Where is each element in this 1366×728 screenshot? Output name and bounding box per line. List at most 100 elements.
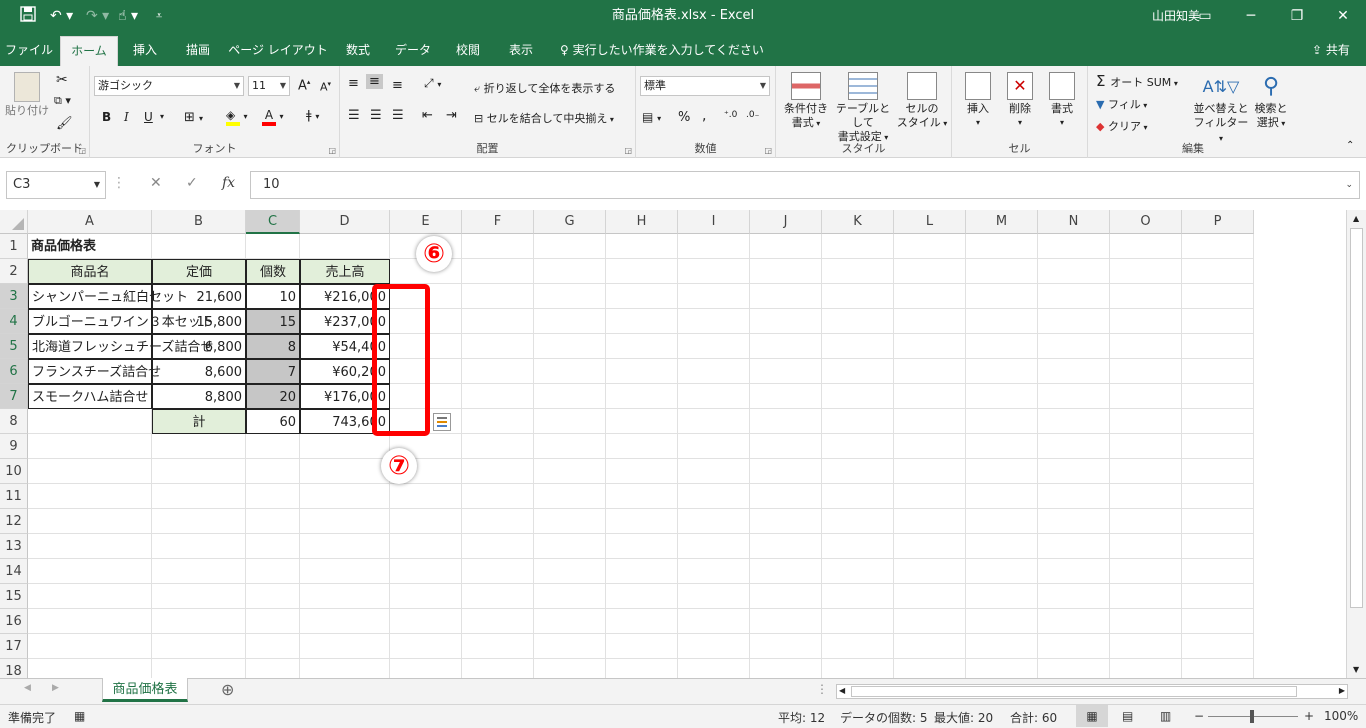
cell-l3[interactable] <box>894 284 966 309</box>
count-stat[interactable]: データの個数: 5 <box>840 709 928 726</box>
cell-p12[interactable] <box>1182 509 1254 534</box>
average-stat[interactable]: 平均: 12 <box>778 709 825 726</box>
cell-p8[interactable] <box>1182 409 1254 434</box>
cell-e4[interactable] <box>390 309 462 334</box>
cell-j1[interactable] <box>750 234 822 259</box>
column-header-c[interactable]: C <box>246 210 300 234</box>
column-header-i[interactable]: I <box>678 210 750 234</box>
cell-o12[interactable] <box>1110 509 1182 534</box>
row-header-7[interactable]: 7 <box>0 384 28 409</box>
cell-i9[interactable] <box>678 434 750 459</box>
cell-c14[interactable] <box>246 559 300 584</box>
number-launcher-icon[interactable]: ◲ <box>764 146 772 155</box>
cell-l7[interactable] <box>894 384 966 409</box>
cell-o5[interactable] <box>1110 334 1182 359</box>
cell-b12[interactable] <box>152 509 246 534</box>
cell-a8[interactable] <box>28 409 152 434</box>
insert-function-icon[interactable]: fx <box>222 175 235 191</box>
cell-f10[interactable] <box>462 459 534 484</box>
cell-n16[interactable] <box>1038 609 1110 634</box>
cell-i15[interactable] <box>678 584 750 609</box>
cell-h14[interactable] <box>606 559 678 584</box>
cell-d3[interactable]: ¥216,000 <box>300 284 390 309</box>
cell-p2[interactable] <box>1182 259 1254 284</box>
cell-c15[interactable] <box>246 584 300 609</box>
cell-p13[interactable] <box>1182 534 1254 559</box>
cell-d17[interactable] <box>300 634 390 659</box>
cell-f13[interactable] <box>462 534 534 559</box>
cell-h15[interactable] <box>606 584 678 609</box>
cell-h2[interactable] <box>606 259 678 284</box>
cell-m8[interactable] <box>966 409 1038 434</box>
column-header-l[interactable]: L <box>894 210 966 234</box>
cell-g6[interactable] <box>534 359 606 384</box>
merge-center-button[interactable]: ⊟ セルを結合して中央揃え ▾ <box>474 110 614 126</box>
align-left-icon[interactable]: ☰ <box>348 108 360 123</box>
normal-view-icon[interactable]: ▦ <box>1076 705 1108 727</box>
cell-m4[interactable] <box>966 309 1038 334</box>
cell-p4[interactable] <box>1182 309 1254 334</box>
cell-j5[interactable] <box>750 334 822 359</box>
cell-k6[interactable] <box>822 359 894 384</box>
format-cells-button[interactable]: 書式 ▾ <box>1042 72 1082 130</box>
cell-n8[interactable] <box>1038 409 1110 434</box>
redo-icon[interactable]: ↷ ▾ <box>86 6 109 26</box>
cell-c16[interactable] <box>246 609 300 634</box>
cell-m2[interactable] <box>966 259 1038 284</box>
cell-b6[interactable]: 8,600 <box>152 359 246 384</box>
cell-b4[interactable]: 15,800 <box>152 309 246 334</box>
row-header-13[interactable]: 13 <box>0 534 28 559</box>
row-header-8[interactable]: 8 <box>0 409 28 434</box>
cell-l18[interactable] <box>894 659 966 678</box>
cell-e3[interactable] <box>390 284 462 309</box>
cell-a10[interactable] <box>28 459 152 484</box>
cell-d1[interactable] <box>300 234 390 259</box>
customize-quick-access-icon[interactable]: ⩡ <box>156 6 162 26</box>
cell-d2[interactable]: 売上高 <box>300 259 390 284</box>
cell-j12[interactable] <box>750 509 822 534</box>
macro-record-icon[interactable]: ▦ <box>74 709 85 723</box>
underline-button[interactable]: U <box>144 110 153 124</box>
close-button[interactable]: ✕ <box>1320 0 1366 32</box>
cell-e17[interactable] <box>390 634 462 659</box>
tell-me-box[interactable]: ♀ 実行したい作業を入力してください <box>560 36 764 64</box>
cell-e5[interactable] <box>390 334 462 359</box>
name-box[interactable]: C3 ▼ <box>6 171 106 199</box>
align-right-icon[interactable]: ☰ <box>392 108 404 123</box>
scroll-right-icon[interactable]: ▶ <box>1339 686 1345 695</box>
find-select-button[interactable]: ⚲ 検索と 選択 ▾ <box>1250 72 1292 131</box>
row-header-6[interactable]: 6 <box>0 359 28 384</box>
cell-k10[interactable] <box>822 459 894 484</box>
row-header-3[interactable]: 3 <box>0 284 28 309</box>
cell-a9[interactable] <box>28 434 152 459</box>
cell-n4[interactable] <box>1038 309 1110 334</box>
row-header-11[interactable]: 11 <box>0 484 28 509</box>
cell-h1[interactable] <box>606 234 678 259</box>
cell-c8[interactable]: 60 <box>246 409 300 434</box>
chevron-down-icon[interactable]: ▾ <box>160 112 164 121</box>
max-stat[interactable]: 最大値: 20 <box>934 709 993 726</box>
cell-d18[interactable] <box>300 659 390 678</box>
cell-c4[interactable]: 15 <box>246 309 300 334</box>
font-color-button[interactable]: A ▾ <box>262 108 284 126</box>
cell-o16[interactable] <box>1110 609 1182 634</box>
cell-d6[interactable]: ¥60,200 <box>300 359 390 384</box>
cell-k1[interactable] <box>822 234 894 259</box>
tab-insert[interactable]: 挿入 <box>120 36 170 66</box>
cell-c13[interactable] <box>246 534 300 559</box>
align-middle-icon[interactable]: ≡ <box>366 74 383 89</box>
quick-analysis-icon[interactable] <box>433 413 451 431</box>
cell-f11[interactable] <box>462 484 534 509</box>
cell-g4[interactable] <box>534 309 606 334</box>
cell-g15[interactable] <box>534 584 606 609</box>
cell-m6[interactable] <box>966 359 1038 384</box>
cell-l11[interactable] <box>894 484 966 509</box>
cell-p10[interactable] <box>1182 459 1254 484</box>
cell-a4[interactable]: ブルゴーニュワイン３本セット <box>28 309 214 334</box>
cell-n1[interactable] <box>1038 234 1110 259</box>
cell-g18[interactable] <box>534 659 606 678</box>
sheet-tab[interactable]: 商品価格表 <box>102 678 188 702</box>
row-header-15[interactable]: 15 <box>0 584 28 609</box>
cell-c1[interactable] <box>246 234 300 259</box>
grow-font-button[interactable]: A▴ <box>298 78 310 93</box>
